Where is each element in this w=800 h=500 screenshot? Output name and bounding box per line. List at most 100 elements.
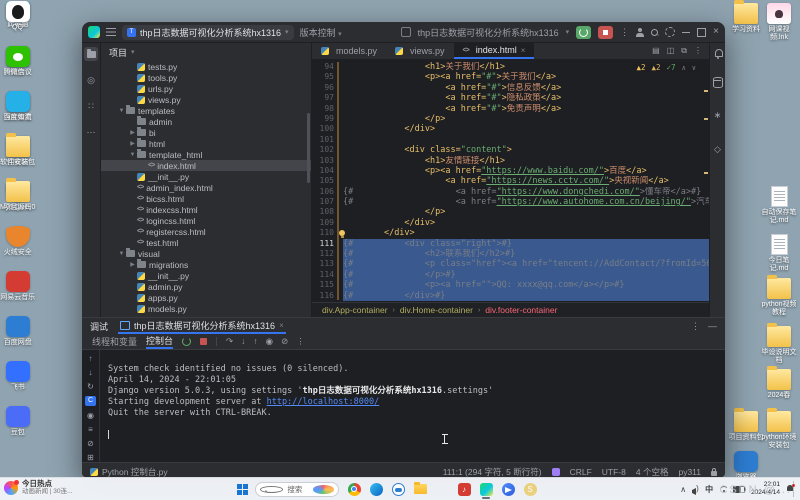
chevron-right-icon[interactable]: ▶ <box>128 129 137 136</box>
tree-item[interactable]: urls.py <box>101 83 311 94</box>
status-file[interactable]: Python 控制台.py <box>102 466 168 478</box>
code-line[interactable]: 113{# <p class="href"><a href="tencent:/… <box>312 259 709 269</box>
indent-setting[interactable]: 4 个空格 <box>636 466 669 478</box>
more-actions-icon[interactable]: ⋮ <box>620 27 629 38</box>
clock[interactable]: 22:01 2024/4/14 <box>751 481 780 497</box>
database-icon[interactable] <box>713 77 723 88</box>
tree-item[interactable]: views.py <box>101 94 311 105</box>
console-action-icon[interactable]: ↓ <box>85 368 96 377</box>
lock-icon[interactable] <box>711 471 717 476</box>
tree-item[interactable]: <>index.html <box>101 160 311 171</box>
run-config-name[interactable]: thp日志数据可视化分析系统hx1316 <box>418 26 559 39</box>
line-ending[interactable]: CRLF <box>570 467 592 477</box>
notifications-icon[interactable] <box>714 49 722 57</box>
vcs-menu[interactable]: 版本控制 ▾ <box>300 26 342 39</box>
settings-gear-icon[interactable] <box>665 27 675 37</box>
close-icon[interactable]: × <box>521 46 526 55</box>
desktop-icon-wechat[interactable]: 微信 <box>0 45 35 90</box>
tree-item[interactable]: ▼templates <box>101 105 311 116</box>
window-icon[interactable]: ⧉ <box>681 46 687 56</box>
ai-assistant-icon[interactable]: ◇ <box>711 142 725 156</box>
tray-expand-icon[interactable]: ∧ <box>680 485 686 494</box>
close-icon[interactable]: × <box>279 321 284 330</box>
desktop-icon-shield[interactable]: 火绒安全 <box>0 225 35 270</box>
tree-item[interactable]: <>bicss.html <box>101 193 311 204</box>
code-with-me-icon[interactable] <box>636 28 644 36</box>
tree-item[interactable]: admin.py <box>101 281 311 292</box>
console-action-icon[interactable]: ⊘ <box>85 439 96 448</box>
debug-action-icon[interactable]: ↑ <box>253 336 257 347</box>
desktop-icon-folder[interactable]: 毕设说明文档 <box>760 325 798 365</box>
code-line[interactable]: 103 <h1>友情链接</h1> <box>312 156 709 166</box>
tree-item[interactable]: ▼template_html <box>101 149 311 160</box>
debug-action-icon[interactable]: ↷ <box>226 336 233 347</box>
chevron-right-icon[interactable]: ▶ <box>128 140 137 147</box>
chevron-right-icon[interactable]: ▶ <box>128 261 137 268</box>
network-icon[interactable] <box>719 486 727 493</box>
caret-position[interactable]: 111:1 (294 字符, 5 断行符) <box>443 466 542 478</box>
main-menu-icon[interactable] <box>106 28 116 36</box>
tree-item[interactable]: <>registercss.html <box>101 226 311 237</box>
code-line[interactable]: 109 </div> <box>312 218 709 228</box>
debug-options-icon[interactable]: ⋮ <box>691 321 700 332</box>
tree-item[interactable]: ▶migrations <box>101 259 311 270</box>
code-line[interactable]: 94 <h1>关于我们</h1> <box>312 62 709 72</box>
code-editor[interactable]: ▲2▲2✓7∧∨ 94 <h1>关于我们</h1>95 <p><a href="… <box>312 60 709 302</box>
code-line[interactable]: 96 <a href="#">信息反馈</a> <box>312 83 709 93</box>
editor-tab-index-html[interactable]: <>index.html× <box>454 43 535 59</box>
interpreter[interactable]: py311 <box>678 467 701 477</box>
desktop-icon-app[interactable]: 百度网盘 <box>0 315 35 360</box>
code-line[interactable]: 101 <box>312 135 709 145</box>
code-line[interactable]: 114{# </p>#} <box>312 270 709 280</box>
console-link[interactable]: http://localhost:8000/ <box>267 397 380 407</box>
code-line[interactable]: 100 </div> <box>312 124 709 134</box>
code-line[interactable]: 107{# <a href="https://www.autohome.com.… <box>312 197 709 207</box>
input-method-indicator[interactable]: 中 <box>705 484 713 495</box>
taskbar-app-pycharm[interactable] <box>478 481 494 497</box>
chevron-down-icon[interactable]: ▼ <box>117 108 126 114</box>
tree-item[interactable]: ▶bi <box>101 127 311 138</box>
debug-session-tab[interactable]: thp日志数据可视化分析系统hx1316 × <box>118 318 286 334</box>
news-widget[interactable]: 今日热点 动画新闻 | 30连... <box>4 480 72 495</box>
tree-item[interactable]: apps.py <box>101 292 311 303</box>
taskbar-app-netease-music[interactable]: ♪ <box>456 481 472 497</box>
taskbar-app-qq[interactable] <box>434 481 450 497</box>
tree-item[interactable]: <>logincss.html <box>101 215 311 226</box>
tree-item[interactable]: tools.py <box>101 72 311 83</box>
start-button[interactable] <box>237 484 248 495</box>
desktop-icon-qq[interactable]: QQ <box>0 0 35 45</box>
tree-item[interactable]: <>indexcss.html <box>101 204 311 215</box>
search-input[interactable]: 搜索 <box>255 482 339 497</box>
code-line[interactable]: 97 <a href="#">隐私政策</a> <box>312 93 709 103</box>
code-line[interactable]: 102 <div class="content"> <box>312 145 709 155</box>
minimize-button[interactable] <box>682 32 690 33</box>
rerun-debug-button[interactable] <box>576 26 591 39</box>
code-line[interactable]: 110 </div> <box>312 228 709 238</box>
debug-action-icon[interactable]: ↓ <box>241 336 245 347</box>
console-action-icon[interactable]: ⊞ <box>85 453 96 462</box>
project-tool-icon[interactable] <box>84 47 98 61</box>
close-button[interactable]: × <box>713 27 719 37</box>
hide-panel-icon[interactable]: — <box>708 321 717 332</box>
debug-action-icon[interactable]: ◉ <box>266 336 273 347</box>
editor-tab-models-py[interactable]: models.py <box>312 43 386 59</box>
layout-icon[interactable]: ▤ <box>652 46 660 56</box>
gradle-tool-icon[interactable]: ∗ <box>711 108 725 122</box>
project-selector[interactable]: T thp日志数据可视化分析系统hx1316 ▾ <box>122 25 294 40</box>
code-line[interactable]: 115{# <p><a href="">QQ: xxxx@qq.com</a><… <box>312 280 709 290</box>
tab-console[interactable]: 控制台 <box>146 334 173 349</box>
desktop-icon-folder[interactable]: 2024春 <box>760 368 798 400</box>
code-line[interactable]: 98 <a href="#">免责声明</a> <box>312 104 709 114</box>
console-action-icon[interactable]: ↻ <box>85 382 96 391</box>
stop-button[interactable] <box>598 26 613 39</box>
tree-item[interactable]: ▼visual <box>101 248 311 259</box>
code-line[interactable]: 104 <p><a href="https://www.baidu.com/">… <box>312 166 709 176</box>
desktop-icon-folder[interactable]: 项目源码 <box>0 180 35 225</box>
more-tools-icon[interactable]: ⋯ <box>84 125 98 139</box>
tree-item[interactable]: <>admin_index.html <box>101 182 311 193</box>
tree-scrollbar[interactable] <box>307 113 310 183</box>
code-line[interactable]: 95 <p><a href="#">关于我们</a> <box>312 72 709 82</box>
tree-item[interactable]: ▶html <box>101 138 311 149</box>
debug-console[interactable]: System check identified no issues (0 sil… <box>100 350 725 462</box>
console-action-icon[interactable]: C <box>85 396 96 405</box>
